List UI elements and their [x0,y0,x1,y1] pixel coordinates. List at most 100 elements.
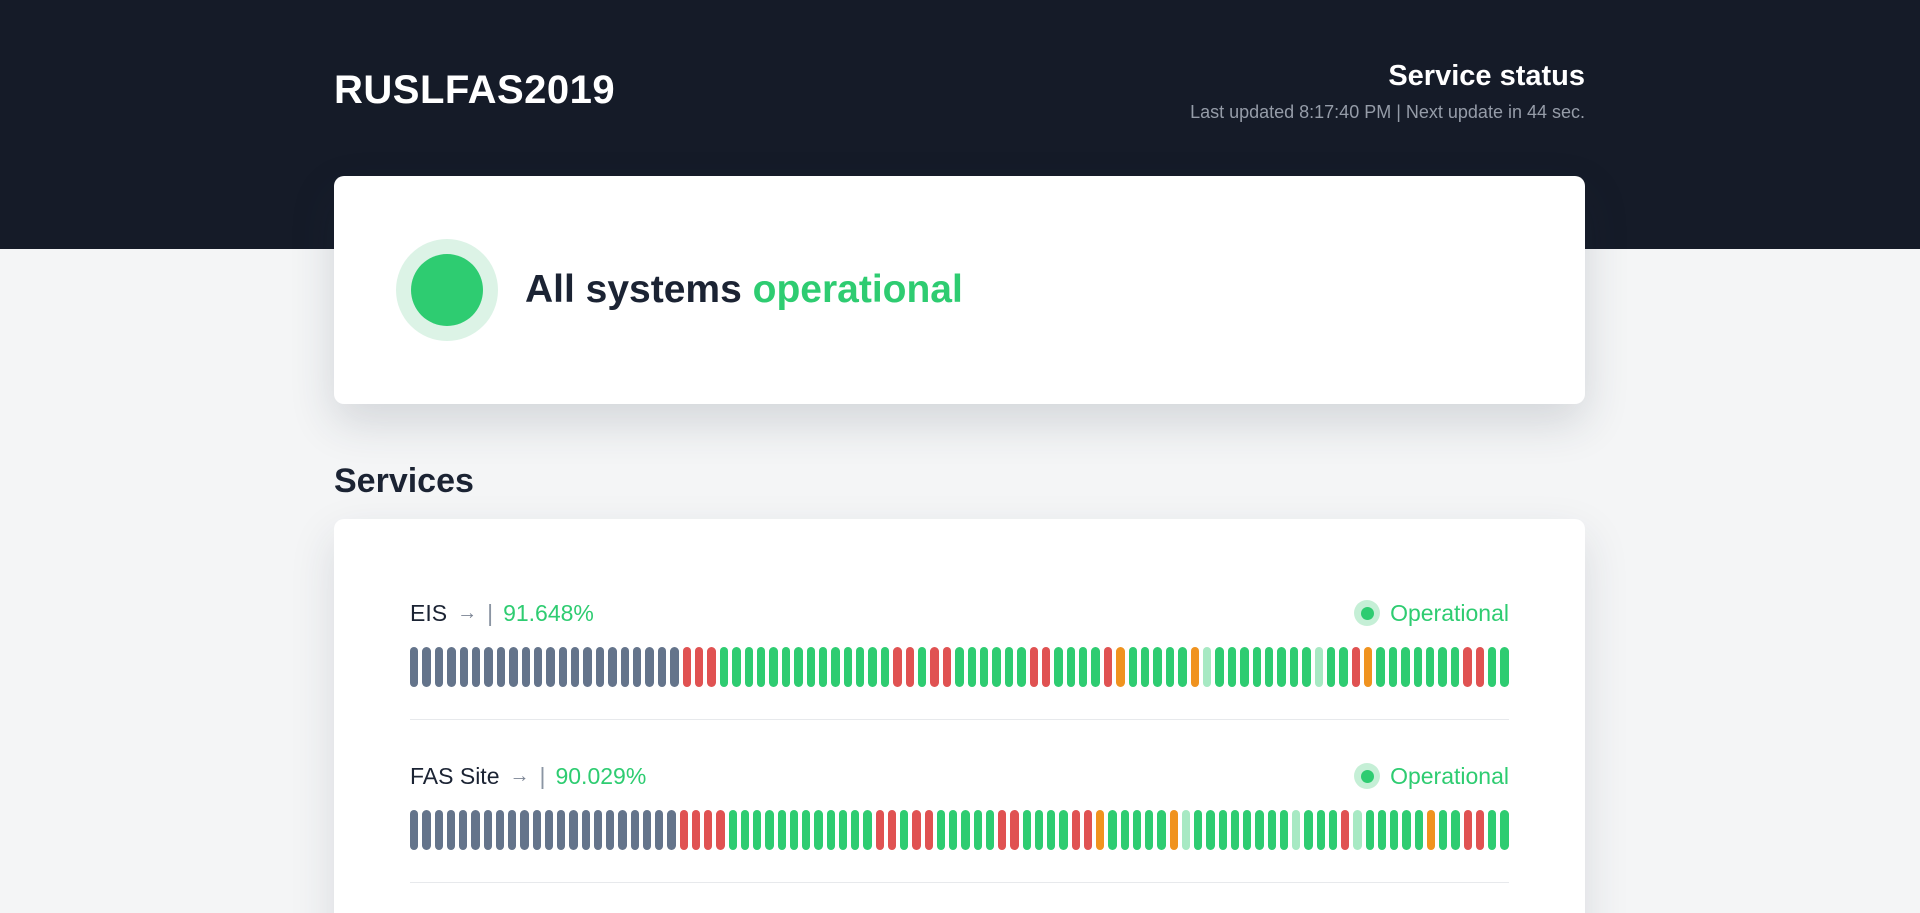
uptime-bar[interactable] [1426,647,1434,687]
uptime-bar[interactable] [980,647,988,687]
uptime-bar[interactable] [720,647,728,687]
uptime-bar[interactable] [667,810,675,850]
uptime-bar[interactable] [520,810,528,850]
uptime-bar[interactable] [1327,647,1335,687]
uptime-bar[interactable] [831,647,839,687]
uptime-bar[interactable] [534,647,542,687]
uptime-bar[interactable] [435,647,443,687]
uptime-bar[interactable] [925,810,933,850]
uptime-bar[interactable] [827,810,835,850]
uptime-bar[interactable] [692,810,700,850]
uptime-bar[interactable] [1304,810,1312,850]
uptime-bar[interactable] [1133,810,1141,850]
uptime-bar[interactable] [1104,647,1112,687]
uptime-bar[interactable] [695,647,703,687]
uptime-bar[interactable] [1292,810,1300,850]
uptime-bar[interactable] [900,810,908,850]
service-link[interactable]: EIS → | 91.648% [410,600,594,627]
uptime-bar[interactable] [998,810,1006,850]
uptime-bar[interactable] [631,810,639,850]
uptime-bar[interactable] [1206,810,1214,850]
uptime-bar[interactable] [1116,647,1124,687]
uptime-bar[interactable] [704,810,712,850]
uptime-bar[interactable] [1228,647,1236,687]
uptime-bar[interactable] [1277,647,1285,687]
uptime-bar[interactable] [974,810,982,850]
uptime-bar[interactable] [460,647,468,687]
uptime-bar[interactable] [790,810,798,850]
uptime-bar[interactable] [1067,647,1075,687]
uptime-bar[interactable] [1219,810,1227,850]
uptime-bar[interactable] [621,647,629,687]
uptime-bar[interactable] [497,647,505,687]
uptime-bar[interactable] [643,810,651,850]
uptime-bar[interactable] [1317,810,1325,850]
uptime-bar[interactable] [1091,647,1099,687]
uptime-bar[interactable] [778,810,786,850]
uptime-bar[interactable] [594,810,602,850]
uptime-bar[interactable] [658,647,666,687]
uptime-bar[interactable] [1366,810,1374,850]
uptime-bar[interactable] [1023,810,1031,850]
uptime-bar[interactable] [618,810,626,850]
uptime-bar[interactable] [1096,810,1104,850]
uptime-bar[interactable] [1166,647,1174,687]
uptime-bar[interactable] [1265,647,1273,687]
uptime-bar[interactable] [1121,810,1129,850]
uptime-bar[interactable] [968,647,976,687]
uptime-bar[interactable] [1153,647,1161,687]
uptime-bar[interactable] [745,647,753,687]
uptime-bar[interactable] [1268,810,1276,850]
uptime-bar[interactable] [545,810,553,850]
uptime-bar[interactable] [1439,810,1447,850]
uptime-bar[interactable] [844,647,852,687]
uptime-bar[interactable] [1054,647,1062,687]
uptime-bar[interactable] [863,810,871,850]
uptime-bar[interactable] [1231,810,1239,850]
uptime-bar[interactable] [670,647,678,687]
uptime-bar[interactable] [422,647,430,687]
uptime-bar[interactable] [1390,810,1398,850]
uptime-bar[interactable] [1010,810,1018,850]
uptime-bar[interactable] [447,810,455,850]
arrow-right-icon[interactable]: → [457,602,477,625]
uptime-bar[interactable] [1364,647,1372,687]
uptime-bar[interactable] [1451,647,1459,687]
uptime-bar[interactable] [1402,810,1410,850]
uptime-bar[interactable] [1329,810,1337,850]
uptime-bar[interactable] [1488,647,1496,687]
uptime-bar[interactable] [753,810,761,850]
uptime-bar[interactable] [955,647,963,687]
uptime-bar[interactable] [1414,647,1422,687]
uptime-bar[interactable] [606,810,614,850]
uptime-bar[interactable] [1005,647,1013,687]
uptime-bar[interactable] [1215,647,1223,687]
uptime-bar[interactable] [881,647,889,687]
uptime-bar[interactable] [1030,647,1038,687]
service-name[interactable]: FAS Site [410,763,499,790]
uptime-bar[interactable] [930,647,938,687]
uptime-bar[interactable] [1059,810,1067,850]
uptime-bar[interactable] [732,647,740,687]
uptime-bar[interactable] [992,647,1000,687]
uptime-bar[interactable] [1302,647,1310,687]
uptime-bar[interactable] [1341,810,1349,850]
uptime-bar[interactable] [1084,810,1092,850]
uptime-bar[interactable] [986,810,994,850]
uptime-bar[interactable] [582,810,590,850]
uptime-bar[interactable] [447,647,455,687]
uptime-bar[interactable] [707,647,715,687]
uptime-bar[interactable] [1378,810,1386,850]
uptime-bar[interactable] [757,647,765,687]
uptime-bar[interactable] [484,810,492,850]
uptime-bar[interactable] [422,810,430,850]
uptime-bar[interactable] [410,810,418,850]
uptime-bar[interactable] [949,810,957,850]
uptime-bar[interactable] [1072,810,1080,850]
uptime-bar[interactable] [741,810,749,850]
uptime-bar[interactable] [557,810,565,850]
uptime-bar[interactable] [472,647,480,687]
uptime-bar[interactable] [906,647,914,687]
uptime-bar[interactable] [608,647,616,687]
uptime-bar[interactable] [1243,810,1251,850]
